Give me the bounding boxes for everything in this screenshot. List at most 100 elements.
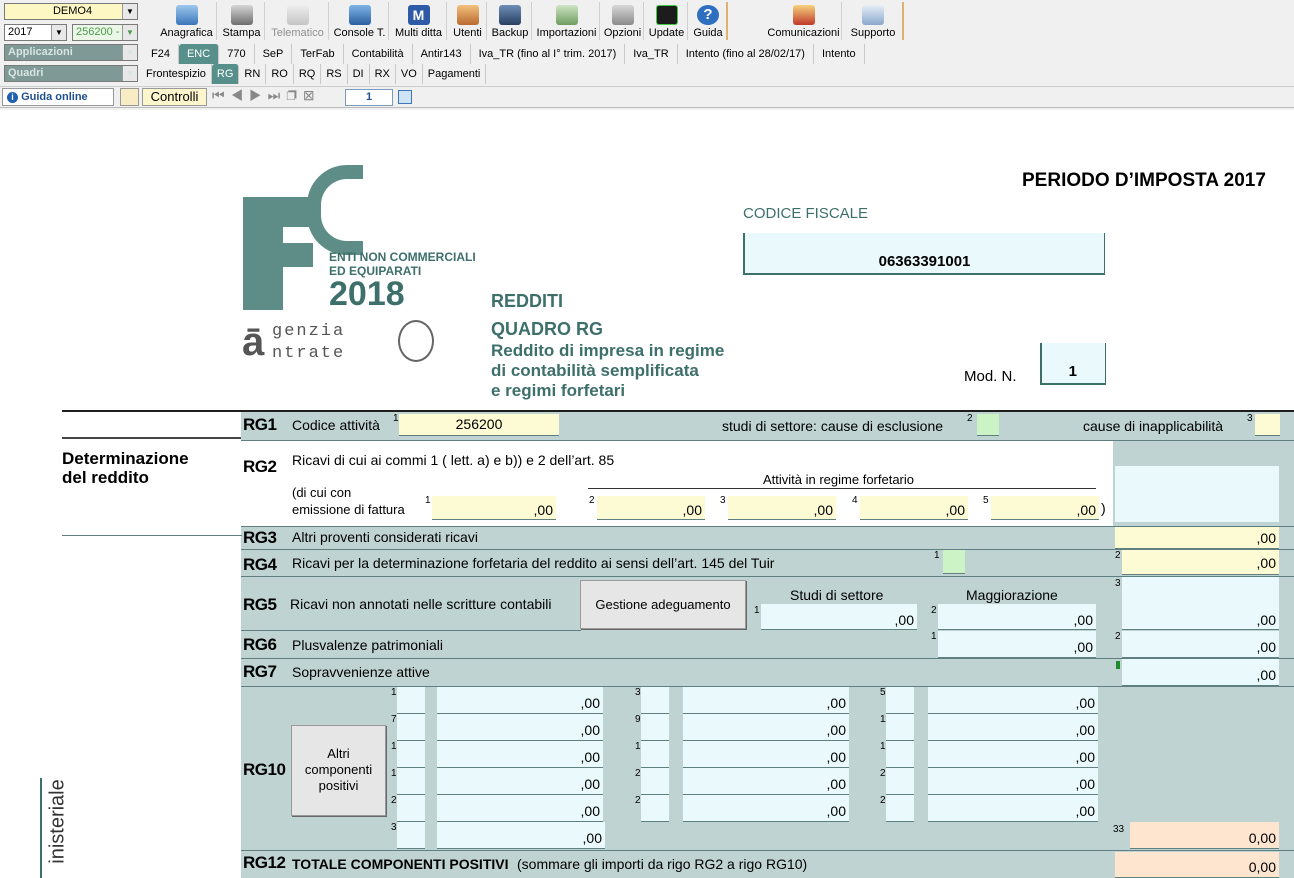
rg10-field-15[interactable] [641,741,669,768]
tab-sep[interactable]: SeP [255,44,293,64]
rg10-field-8[interactable]: ,00 [437,714,603,741]
rg10-field-22[interactable]: ,00 [683,768,849,795]
rg10-field-9[interactable] [641,714,669,741]
rg10-field-13[interactable] [397,741,425,768]
multiditta-button[interactable]: M Multi ditta [391,2,447,40]
rg10-field-21[interactable] [641,768,669,795]
rg2-field-4[interactable]: ,00 [860,496,968,520]
tab-rs[interactable]: RS [321,64,348,84]
rg10-field-1[interactable] [397,687,425,714]
tab-pagamenti[interactable]: Pagamenti [423,64,487,84]
next-page-icon[interactable]: ▶ [249,87,268,103]
comunicazioni-button[interactable]: Comunicazioni [766,2,842,40]
importazioni-button[interactable]: Importazioni [534,2,600,40]
applicazioni-select[interactable]: Applicazioni ▼ [4,44,138,61]
rg5-field-1[interactable]: ,00 [761,604,917,630]
utenti-button[interactable]: Utenti [449,2,487,40]
console-button[interactable]: Console T. [331,2,389,40]
last-page-icon[interactable]: ⏭ [268,87,287,103]
rg1-codice-attivita-field[interactable]: 256200 [399,414,559,436]
prev-page-icon[interactable]: ◀ [231,87,250,103]
rg6-field-2[interactable]: ,00 [1122,631,1279,658]
rg10-field-14[interactable]: ,00 [437,741,603,768]
rg2-field-5[interactable]: ,00 [991,496,1099,520]
rg3-field[interactable]: ,00 [1115,527,1279,549]
tab-antir143[interactable]: Antir143 [413,44,471,64]
rg10-field-24[interactable]: ,00 [928,768,1098,795]
rg10-field-28[interactable]: ,00 [683,795,849,822]
tab-enc[interactable]: ENC [178,44,220,64]
rg10-field-23[interactable] [886,768,914,795]
backup-button[interactable]: Backup [489,2,532,40]
tab-vo[interactable]: VO [396,64,423,84]
rg7-field[interactable]: ,00 [1122,659,1279,686]
tab-iva-tr-2017[interactable]: Iva_TR (fino al I° trim. 2017) [471,44,626,64]
tab-frontespizio[interactable]: Frontespizio [141,64,212,84]
activity-select[interactable]: 256200 - ▼ [72,24,138,41]
tab-di[interactable]: DI [348,64,370,84]
page-number-field[interactable]: 1 [345,89,393,106]
update-button[interactable]: Update [646,2,688,40]
rg10-field-27[interactable] [641,795,669,822]
mod-number-field[interactable]: 1 [1040,343,1106,385]
rg10-field-7[interactable] [397,714,425,741]
tab-rq[interactable]: RQ [294,64,322,84]
rg10-field-30[interactable]: ,00 [928,795,1098,822]
rg10-field-17[interactable] [886,741,914,768]
supporto-button[interactable]: Supporto [844,2,904,40]
tab-rx[interactable]: RX [370,64,396,84]
new-page-icon[interactable]: ❐ [286,87,303,103]
tab-terfab[interactable]: TerFab [292,44,344,64]
rg2-field-1[interactable]: ,00 [432,496,556,520]
tab-contabilita[interactable]: Contabilità [344,44,413,64]
rg5-field-3[interactable]: ,00 [1122,577,1279,630]
delete-page-icon[interactable]: ⊠ [303,87,321,103]
rg10-field-16[interactable]: ,00 [683,741,849,768]
company-select[interactable]: DEMO4 ▼ [4,3,138,20]
rg1-cause-esclusione-field[interactable] [977,414,999,436]
first-page-icon[interactable]: ⏮ [212,87,231,103]
rg10-field-4[interactable]: ,00 [683,687,849,714]
rg10-field-6[interactable]: ,00 [928,687,1098,714]
rg10-field-25[interactable] [397,795,425,822]
guida-online-button[interactable]: i Guida online [2,88,114,106]
rg10-field-12[interactable]: ,00 [928,714,1098,741]
tab-intento-2017[interactable]: Intento (fino al 28/02/17) [678,44,814,64]
tab-rg[interactable]: RG [211,64,240,84]
stampa-button[interactable]: Stampa [219,2,265,40]
tab-f24[interactable]: F24 [143,44,179,64]
rg10-field-18[interactable]: ,00 [928,741,1098,768]
goto-page-icon[interactable] [398,90,412,104]
rg10-field-3[interactable] [641,687,669,714]
rg10-field-29[interactable] [886,795,914,822]
rg10-field-2[interactable]: ,00 [437,687,603,714]
tab-770[interactable]: 770 [219,44,255,64]
rg10-field-31[interactable] [397,822,425,849]
tab-ro[interactable]: RO [266,64,294,84]
rg10-field-10[interactable]: ,00 [683,714,849,741]
controlli-button[interactable]: Controlli [142,88,207,106]
guida-button[interactable]: ? Guida [690,2,728,40]
anagrafica-button[interactable]: Anagrafica [157,2,217,40]
rg10-field-20[interactable]: ,00 [437,768,603,795]
rg10-field-5[interactable] [886,687,914,714]
rg2-field-3[interactable]: ,00 [728,496,836,520]
document-icon[interactable] [120,88,139,106]
rg2-field-2[interactable]: ,00 [597,496,705,520]
rg10-field-32[interactable]: ,00 [437,822,605,849]
tab-iva-tr[interactable]: Iva_TR [625,44,678,64]
tab-intento[interactable]: Intento [814,44,865,64]
rg4-field-2[interactable]: ,00 [1122,550,1279,575]
opzioni-button[interactable]: Opzioni [602,2,644,40]
rg10-field-26[interactable]: ,00 [437,795,603,822]
rg1-cause-inapplicabilita-field[interactable] [1255,414,1280,436]
tab-rn[interactable]: RN [239,64,267,84]
rg10-field-19[interactable] [397,768,425,795]
rg12-total-field[interactable]: 0,00 [1115,852,1279,878]
codice-fiscale-field[interactable]: 06363391001 [743,233,1105,275]
rg5-field-2[interactable]: ,00 [938,604,1096,630]
rg6-field-1[interactable]: ,00 [938,631,1096,658]
altri-componenti-button[interactable]: Altri componenti positivi [291,725,386,816]
year-select[interactable]: 2017 ▼ [4,24,67,41]
gestione-adeguamento-button[interactable]: Gestione adeguamento [580,580,746,629]
